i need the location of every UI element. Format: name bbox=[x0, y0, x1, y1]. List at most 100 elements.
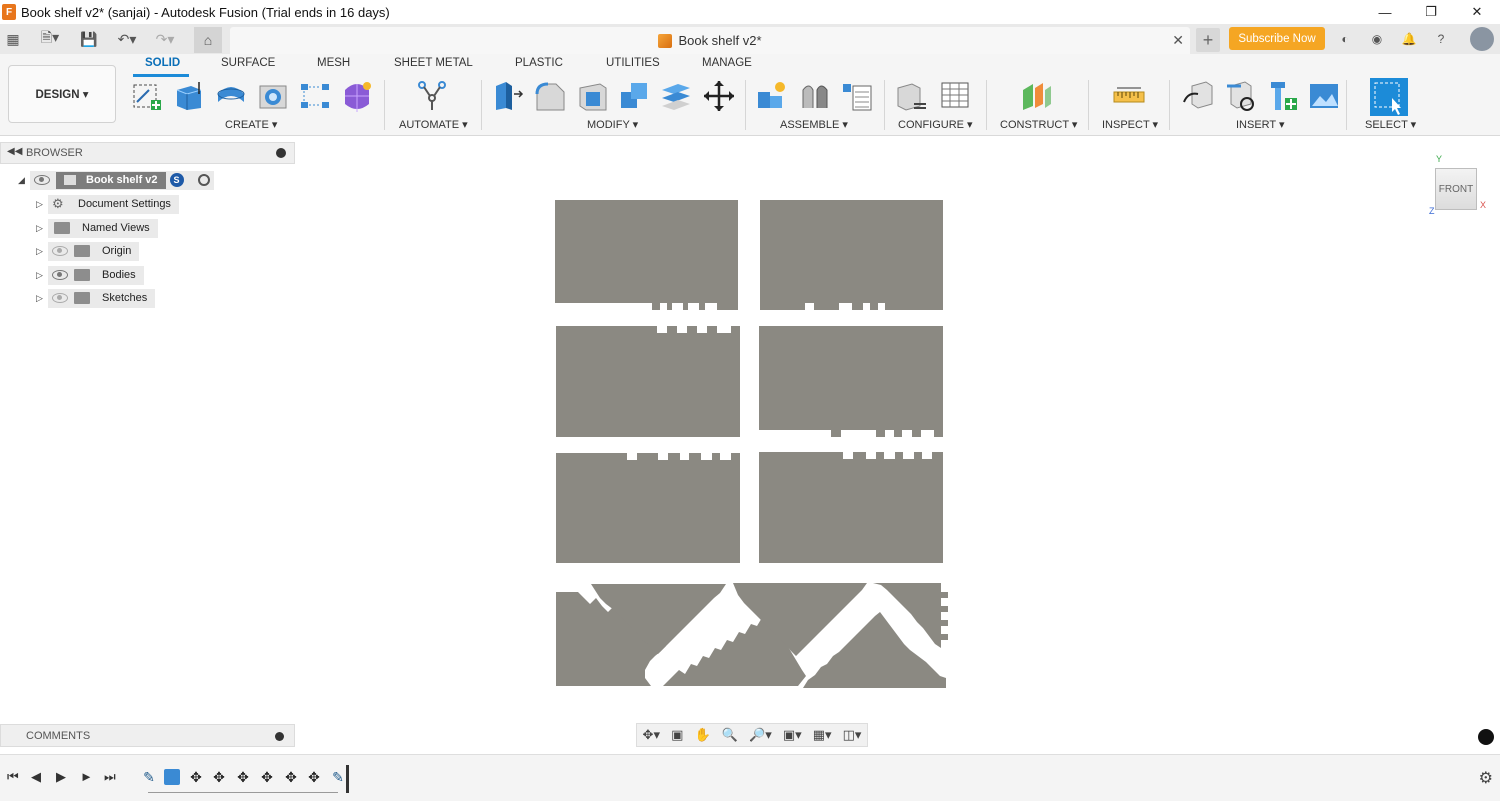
help-icon[interactable]: ? bbox=[1432, 30, 1450, 48]
offset-face-icon[interactable] bbox=[660, 80, 692, 112]
browser-root[interactable]: ◢ Book shelf v2 S bbox=[18, 170, 214, 190]
timeline-back-icon[interactable]: ◀ bbox=[31, 769, 41, 785]
insert-mcmaster-icon[interactable] bbox=[1267, 80, 1299, 112]
modify-menu[interactable]: MODIFY ▾ bbox=[587, 118, 638, 131]
hole-icon[interactable] bbox=[257, 80, 289, 112]
expand-arrow-icon[interactable]: ▷ bbox=[36, 246, 48, 257]
tab-sheet-metal[interactable]: SHEET METAL bbox=[394, 57, 473, 69]
create-sketch-icon[interactable] bbox=[131, 80, 163, 112]
timeline-move-icon[interactable]: ✥ bbox=[306, 769, 322, 785]
configure-model-icon[interactable] bbox=[896, 80, 928, 112]
root-node[interactable]: Book shelf v2 S bbox=[30, 170, 214, 190]
extrude-icon[interactable] bbox=[173, 80, 205, 112]
comments-panel[interactable]: COMMENTS bbox=[0, 724, 295, 747]
file-menu-icon[interactable]: 🗎▾ bbox=[36, 29, 64, 49]
display-settings-icon[interactable]: ▣▾ bbox=[783, 727, 802, 743]
tab-mesh[interactable]: MESH bbox=[317, 57, 350, 69]
expand-arrow-icon[interactable]: ▷ bbox=[36, 293, 48, 304]
insert-menu[interactable]: INSERT ▾ bbox=[1236, 118, 1285, 131]
timeline-forward-icon[interactable]: ► bbox=[80, 769, 93, 784]
user-avatar[interactable] bbox=[1470, 27, 1494, 51]
close-tab-icon[interactable]: ✕ bbox=[1172, 32, 1184, 49]
view-cube[interactable]: FRONT bbox=[1435, 168, 1477, 210]
move-copy-icon[interactable] bbox=[703, 80, 735, 112]
create-menu[interactable]: CREATE ▾ bbox=[225, 118, 277, 131]
timeline-move-icon[interactable]: ✥ bbox=[188, 769, 204, 785]
tab-manage[interactable]: MANAGE bbox=[702, 57, 752, 69]
select-icon[interactable] bbox=[1370, 78, 1408, 116]
save-icon[interactable]: 💾 bbox=[80, 29, 98, 49]
redo-icon[interactable]: ↷▾ bbox=[150, 29, 180, 49]
offset-plane-icon[interactable] bbox=[1021, 80, 1053, 112]
zoom-icon[interactable]: 🔍 bbox=[722, 727, 738, 743]
tab-solid[interactable]: SOLID bbox=[145, 57, 180, 69]
visibility-eye-icon[interactable] bbox=[52, 270, 68, 280]
timeline-sketch-icon[interactable]: ✎ bbox=[141, 769, 157, 785]
automate-icon[interactable] bbox=[416, 80, 448, 112]
zoom-window-icon[interactable]: 🔎▾ bbox=[749, 727, 772, 743]
expand-arrow-icon[interactable]: ▷ bbox=[36, 199, 48, 210]
assemble-menu[interactable]: ASSEMBLE ▾ bbox=[780, 118, 848, 131]
timeline-start-icon[interactable]: ⏮ bbox=[7, 769, 19, 785]
configure-menu[interactable]: CONFIGURE ▾ bbox=[898, 118, 973, 131]
insert-derive-icon[interactable] bbox=[1182, 80, 1214, 112]
tab-plastic[interactable]: PLASTIC bbox=[515, 57, 563, 69]
close-button[interactable]: ✕ bbox=[1454, 0, 1500, 24]
browser-panel-header[interactable]: ◀◀ BROWSER bbox=[0, 142, 295, 164]
grid-menu-icon[interactable]: ▦ bbox=[4, 29, 22, 49]
hidden-eye-icon[interactable] bbox=[52, 293, 68, 303]
timeline-move-icon[interactable]: ✥ bbox=[283, 769, 299, 785]
browser-item-named-views[interactable]: ▷ Named Views bbox=[36, 218, 158, 238]
feedback-icon[interactable] bbox=[1478, 729, 1494, 745]
timeline-move-icon[interactable]: ✥ bbox=[235, 769, 251, 785]
visibility-eye-icon[interactable] bbox=[34, 175, 50, 185]
tab-surface[interactable]: SURFACE bbox=[221, 57, 275, 69]
timeline-marker[interactable] bbox=[346, 765, 349, 793]
tab-utilities[interactable]: UTILITIES bbox=[606, 57, 660, 69]
insert-link-icon[interactable] bbox=[1225, 80, 1257, 112]
timeline-move-icon[interactable]: ✥ bbox=[259, 769, 275, 785]
new-tab-button[interactable]: + bbox=[1196, 28, 1220, 52]
grid-snaps-icon[interactable]: ▦▾ bbox=[813, 727, 832, 743]
fillet-icon[interactable] bbox=[534, 80, 566, 112]
browser-item-document-settings[interactable]: ▷ ⚙ Document Settings bbox=[36, 194, 179, 214]
collapse-panel-icon[interactable]: ◀◀ bbox=[7, 146, 22, 157]
add-comment-icon[interactable] bbox=[275, 732, 284, 741]
combine-icon[interactable] bbox=[618, 80, 650, 112]
expand-arrow-icon[interactable]: ▷ bbox=[36, 270, 48, 281]
notifications-icon[interactable]: 🔔 bbox=[1400, 30, 1418, 48]
expand-arrow-icon[interactable]: ◢ bbox=[18, 175, 30, 186]
press-pull-icon[interactable] bbox=[492, 80, 524, 112]
named-views-node[interactable]: Named Views bbox=[48, 218, 158, 238]
timeline-move-icon[interactable]: ✥ bbox=[211, 769, 227, 785]
subscribe-button[interactable]: Subscribe Now bbox=[1229, 27, 1325, 50]
job-status-icon[interactable]: ◐ bbox=[1336, 30, 1354, 48]
sketches-node[interactable]: Sketches bbox=[48, 288, 156, 308]
browser-collapse-icon[interactable] bbox=[276, 148, 286, 158]
revolve-icon[interactable] bbox=[215, 80, 247, 112]
inspect-menu[interactable]: INSPECT ▾ bbox=[1102, 118, 1158, 131]
browser-item-sketches[interactable]: ▷ Sketches bbox=[36, 288, 156, 308]
extensions-icon[interactable]: ◉ bbox=[1368, 30, 1386, 48]
timeline-play-icon[interactable]: ▶ bbox=[56, 769, 66, 785]
viewports-icon[interactable]: ◫▾ bbox=[843, 727, 862, 743]
joint-icon[interactable] bbox=[799, 80, 831, 112]
timeline-extrude-icon[interactable] bbox=[164, 769, 180, 785]
browser-item-origin[interactable]: ▷ Origin bbox=[36, 241, 140, 261]
timeline-sketch-icon[interactable]: ✎ bbox=[330, 769, 346, 785]
restore-button[interactable]: ❐ bbox=[1408, 0, 1454, 24]
pattern-icon[interactable] bbox=[299, 80, 331, 112]
create-form-icon[interactable] bbox=[341, 80, 373, 112]
orbit-icon[interactable]: ✥▾ bbox=[643, 727, 660, 743]
home-icon[interactable]: ⌂ bbox=[194, 27, 222, 53]
document-tab[interactable]: Book shelf v2* ✕ bbox=[230, 27, 1190, 54]
workspace-switcher[interactable]: DESIGN ▾ bbox=[8, 65, 116, 123]
insert-canvas-icon[interactable] bbox=[1308, 80, 1340, 112]
new-component-icon[interactable] bbox=[756, 80, 788, 112]
timeline-end-icon[interactable]: ⏭ bbox=[104, 769, 116, 785]
construct-menu[interactable]: CONSTRUCT ▾ bbox=[1000, 118, 1077, 131]
minimize-button[interactable]: — bbox=[1362, 0, 1408, 24]
pan-hand-icon[interactable]: ✋ bbox=[694, 727, 710, 743]
measure-icon[interactable] bbox=[1113, 80, 1145, 112]
bodies-node[interactable]: Bodies bbox=[48, 265, 144, 285]
